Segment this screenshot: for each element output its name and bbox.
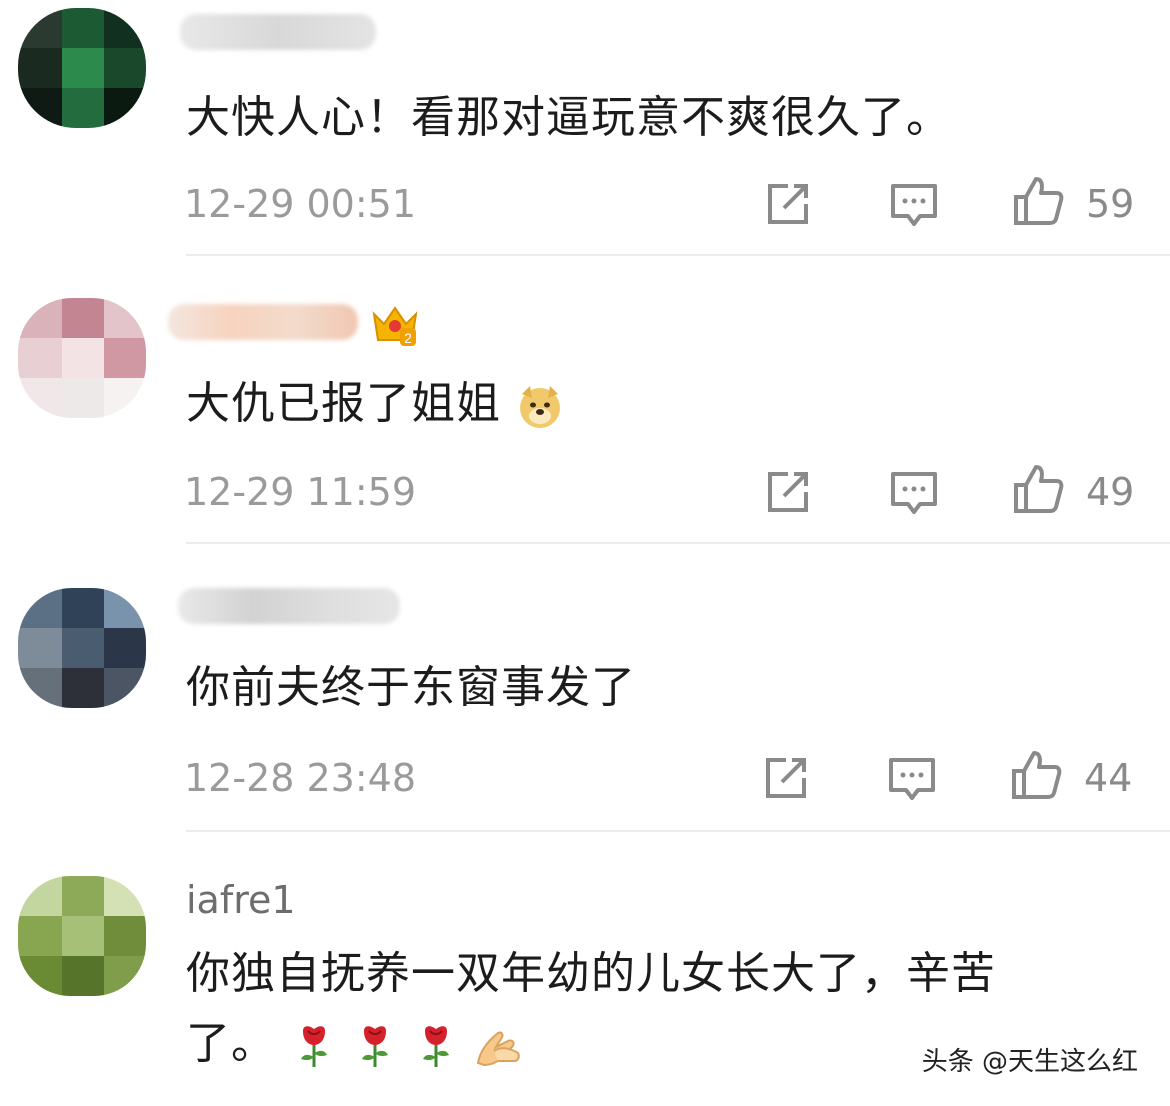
share-icon[interactable] <box>762 466 814 518</box>
avatar[interactable] <box>18 8 146 128</box>
username[interactable]: iafre1 <box>186 878 296 922</box>
comment-icon[interactable] <box>888 180 940 232</box>
like-icon[interactable] <box>1010 749 1062 801</box>
like-icon[interactable] <box>1012 175 1064 227</box>
comment-icon[interactable] <box>888 468 940 520</box>
comment-text-content: 大仇已报了姐姐 <box>186 378 501 429</box>
comment-text: 大仇已报了姐姐 <box>186 374 564 434</box>
share-icon[interactable] <box>762 178 814 230</box>
username-blurred[interactable] <box>178 588 400 624</box>
comment-text-line2: 了。 <box>186 1014 524 1074</box>
comment-time: 12-29 11:59 <box>184 470 417 514</box>
comment-icon[interactable] <box>886 754 938 806</box>
comment-item: 你前夫终于东窗事发了 12-28 23:48 44 <box>0 546 1170 834</box>
avatar[interactable] <box>18 876 146 996</box>
crown-2-icon: 2 <box>372 306 418 346</box>
comment-text: 大快人心！看那对逼玩意不爽很久了。 <box>186 92 951 143</box>
avatar[interactable] <box>18 588 146 708</box>
comment-item: 大快人心！看那对逼玩意不爽很久了。 12-29 00:51 59 <box>0 0 1170 256</box>
divider <box>186 830 1170 832</box>
comment-text: 你前夫终于东窗事发了 <box>186 662 636 713</box>
rose-icon <box>423 1026 449 1067</box>
like-count: 59 <box>1086 182 1135 226</box>
doge-emoji-icon <box>520 386 560 428</box>
avatar[interactable] <box>18 298 146 418</box>
like-count: 49 <box>1086 470 1135 514</box>
svg-text:2: 2 <box>404 330 412 346</box>
comment-time: 12-28 23:48 <box>184 756 417 800</box>
rose-icon <box>362 1026 388 1067</box>
rose-icon <box>301 1026 327 1067</box>
like-icon[interactable] <box>1012 463 1064 515</box>
username-blurred[interactable] <box>168 304 358 340</box>
username-blurred[interactable] <box>180 14 376 50</box>
divider <box>186 542 1170 544</box>
watermark: 头条 @天生这么红 <box>915 1039 1144 1080</box>
pray-hands-icon <box>476 1031 520 1067</box>
like-count: 44 <box>1084 756 1133 800</box>
divider <box>186 254 1170 256</box>
comment-text-line1: 你独自抚养一双年幼的儿女长大了，辛苦 <box>186 948 996 999</box>
comment-time: 12-29 00:51 <box>184 182 417 226</box>
comment-item: 2 大仇已报了姐姐 12-29 11:59 49 <box>0 258 1170 546</box>
share-icon[interactable] <box>760 752 812 804</box>
comment-text-content: 了。 <box>186 1018 276 1069</box>
